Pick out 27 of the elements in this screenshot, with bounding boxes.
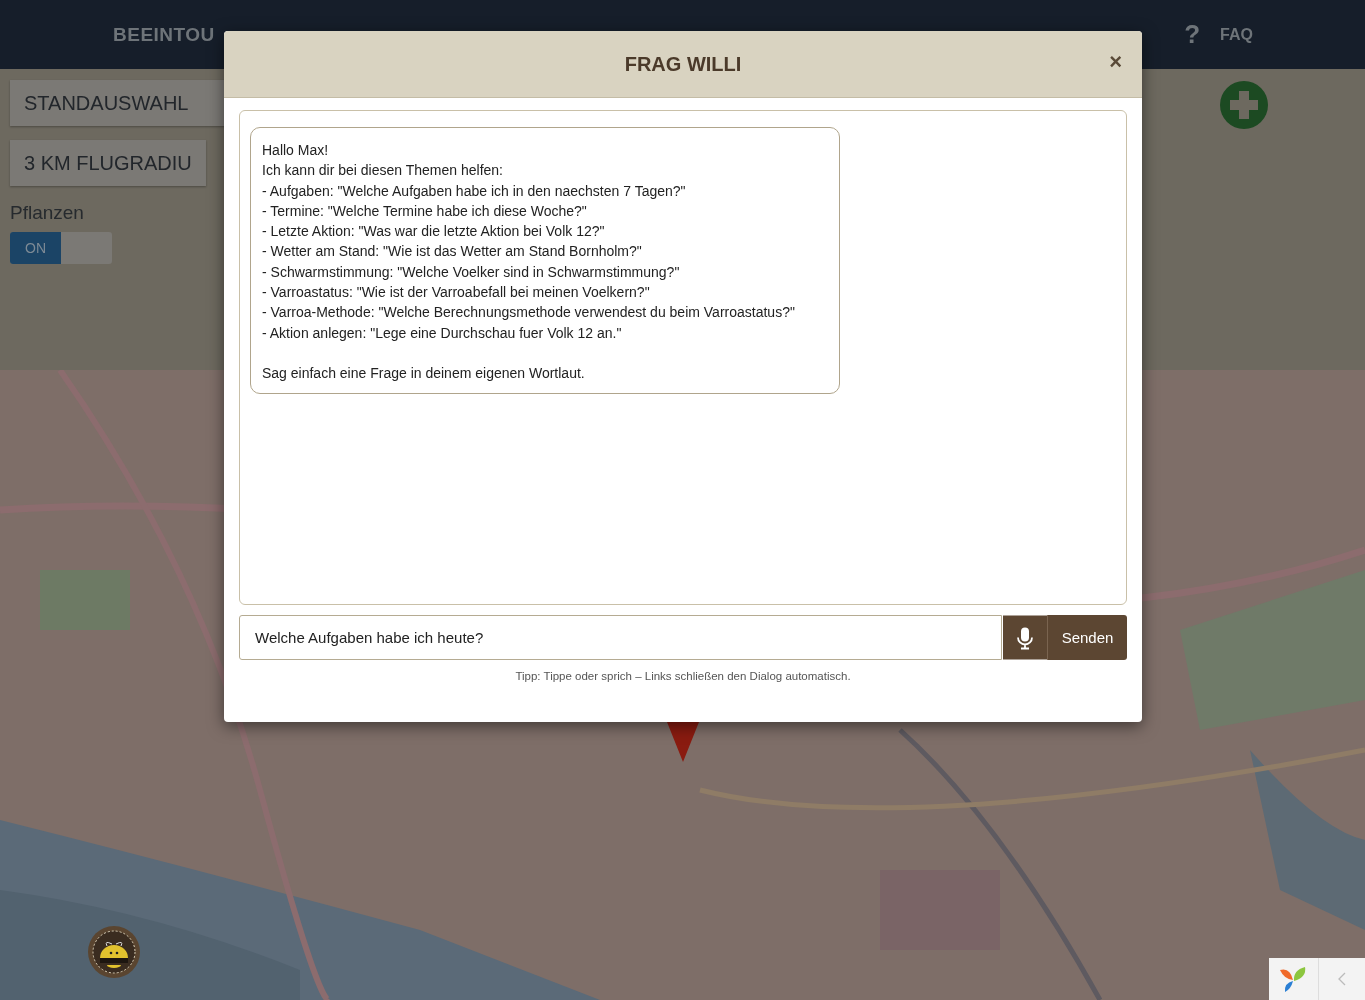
plants-label: Pflanzen <box>10 202 84 224</box>
message-line: Hallo Max! <box>262 141 330 160</box>
message-line: - Schwarmstimmung: "Welche Voelker sind in Schwarmstimmung?" <box>262 262 681 282</box>
faq-link[interactable]: FAQ <box>1220 25 1253 44</box>
flower-logo-icon[interactable] <box>1278 964 1308 994</box>
brand-logo[interactable]: BEEINTOU <box>113 23 215 46</box>
tip-text: Tipp: Tippe oder sprich – Links schließen den Dialog automatisch. <box>514 670 852 682</box>
message-line: - Aktion anlegen: "Lege eine Durchschau fuer Volk 12 an." <box>262 323 623 343</box>
message-line: Sag einfach eine Frage in deinem eigenen Wortlaut. <box>262 363 586 383</box>
help-icon[interactable]: ? <box>1184 19 1201 50</box>
send-button[interactable]: Senden <box>1047 615 1127 660</box>
message-line: - Varroa-Methode: "Welche Berechnungsmethode verwendest du beim Varroastatus?" <box>262 303 796 323</box>
bee-avatar-button[interactable] <box>87 925 141 979</box>
message-line: - Aufgaben: "Welche Aufgaben habe ich in den naechsten 7 Tagen?" <box>262 181 687 201</box>
plants-toggle[interactable]: ON <box>10 232 112 264</box>
map-pin-icon <box>667 722 699 762</box>
message-line: - Termine: "Welche Termine habe ich diese Woche?" <box>262 201 588 221</box>
close-button[interactable]: × <box>1109 51 1122 73</box>
message-line: - Letzte Aktion: "Was war die letzte Aktion bei Volk 12?" <box>262 222 606 242</box>
message-line: - Varroastatus: "Wie ist der Varroabefall bei meinen Voelkern?" <box>262 283 651 303</box>
message-line: - Wetter am Stand: "Wie ist das Wetter am Stand Bornholm?" <box>262 242 643 262</box>
add-button[interactable] <box>1220 81 1268 129</box>
message-line: Ich kann dir bei diesen Themen helfen: <box>262 161 504 181</box>
microphone-button[interactable] <box>1002 615 1047 660</box>
radius-dropdown[interactable]: 3 KM FLUGRADIU <box>10 140 206 186</box>
question-input-field[interactable]: Welche Aufgaben habe ich heute? <box>239 615 1002 660</box>
dialog-title: FRAG WILLI <box>624 52 742 76</box>
